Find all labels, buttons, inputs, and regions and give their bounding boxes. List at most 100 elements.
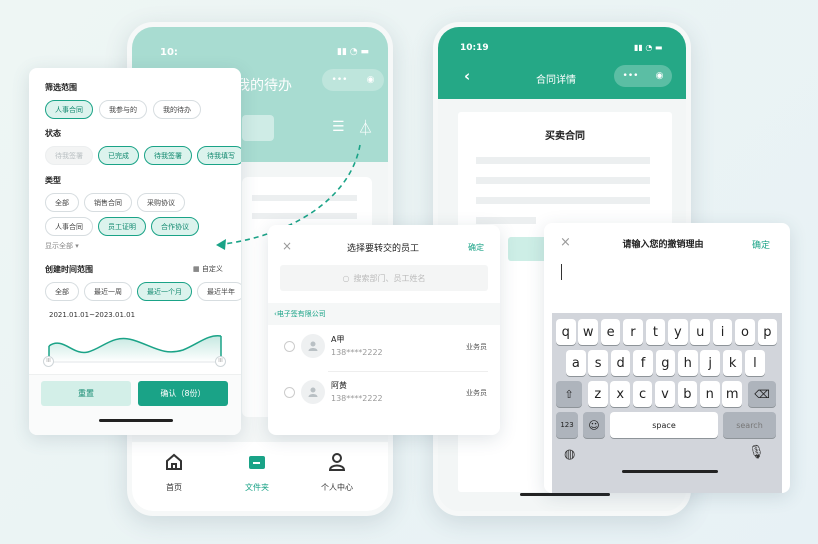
user-icon — [308, 341, 318, 351]
custom-time-label: 自定义 — [201, 265, 223, 273]
key-f[interactable]: f — [633, 350, 653, 376]
radio-button[interactable] — [284, 387, 295, 398]
range-chip-hr[interactable]: 人事合同 — [45, 100, 93, 119]
key-g[interactable]: g — [655, 350, 676, 376]
key-a[interactable]: a — [566, 350, 586, 376]
key-x[interactable]: x — [610, 381, 630, 407]
page-title: 合同详情 — [536, 75, 576, 86]
space-key[interactable]: space — [610, 412, 718, 438]
user-icon — [328, 453, 346, 471]
status-chip-done[interactable]: 已完成 — [98, 146, 139, 165]
key-d[interactable]: d — [610, 350, 631, 376]
status-icons: ▮▮ ◔ ▬ — [337, 47, 369, 57]
bottom-nav: 首页 文件夹 个人中心 — [132, 442, 388, 511]
chevron-down-icon: ▾ — [75, 242, 79, 250]
slider-handle-right[interactable]: III — [215, 356, 226, 367]
key-v[interactable]: v — [655, 381, 675, 407]
filter-icon[interactable]: ⏃ — [358, 117, 373, 138]
key-l[interactable]: l — [745, 350, 765, 376]
action-button[interactable] — [508, 237, 548, 261]
nav-folder-label: 文件夹 — [245, 483, 269, 492]
range-chip-involved[interactable]: 我参与的 — [99, 100, 147, 119]
type-chip-employee-proof[interactable]: 员工证明 — [98, 217, 146, 236]
key-w[interactable]: w — [578, 319, 598, 345]
nav-home-label: 首页 — [166, 483, 182, 492]
range-chip-todo[interactable]: 我的待办 — [153, 100, 201, 119]
text-cursor — [561, 264, 562, 280]
type-chip-all[interactable]: 全部 — [45, 193, 79, 212]
key-q[interactable]: q — [556, 319, 576, 345]
key-j[interactable]: j — [700, 350, 720, 376]
slider-handle-left[interactable]: III — [43, 356, 54, 367]
status-chip-to-sign[interactable]: 待我签署 — [144, 146, 192, 165]
key-t[interactable]: t — [645, 319, 666, 345]
company-breadcrumb[interactable]: ‹ 电子签有限公司 — [268, 303, 500, 325]
employee-phone: 138****2222 — [331, 394, 383, 403]
numbers-key[interactable]: 123 — [556, 412, 578, 438]
key-n[interactable]: n — [700, 381, 720, 407]
key-e[interactable]: e — [600, 319, 621, 345]
key-o[interactable]: o — [735, 319, 755, 345]
time-range-slider[interactable] — [43, 326, 229, 366]
microphone-icon[interactable]: 🎙 — [748, 445, 765, 460]
detail-header — [438, 27, 686, 99]
type-chip-sales[interactable]: 销售合同 — [84, 193, 132, 212]
employee-confirm-button[interactable]: 确定 — [468, 242, 484, 253]
doc-line — [476, 197, 650, 204]
folder-icon — [249, 456, 265, 469]
close-icon[interactable]: × — [560, 235, 571, 250]
custom-time-button[interactable]: ▦ 自定义 — [193, 264, 223, 274]
key-c[interactable]: c — [632, 381, 653, 407]
time-chip-all[interactable]: 全部 — [45, 282, 79, 301]
status-chip-pending[interactable]: 待我签署 — [45, 146, 93, 165]
capsule-menu[interactable]: ••• ◉ — [322, 69, 384, 91]
filter-status-title: 状态 — [45, 129, 61, 138]
confirm-button[interactable]: 确认（8份） — [138, 381, 228, 406]
key-h[interactable]: h — [678, 350, 698, 376]
time-chip-halfyear[interactable]: 最近半年 — [197, 282, 241, 301]
revoke-confirm-button[interactable]: 确定 — [752, 238, 770, 251]
key-i[interactable]: i — [712, 319, 733, 345]
doc-line — [476, 177, 650, 184]
capsule-menu[interactable]: ••• ◉ — [614, 65, 672, 87]
search-key[interactable]: search — [723, 412, 776, 438]
backspace-key[interactable]: ⌫ — [748, 381, 776, 407]
key-s[interactable]: s — [588, 350, 608, 376]
key-k[interactable]: k — [722, 350, 743, 376]
reset-button[interactable]: 重置 — [41, 381, 131, 406]
key-m[interactable]: m — [722, 381, 742, 407]
sort-icon[interactable]: ☰ — [332, 119, 345, 135]
emoji-key[interactable]: ☺ — [583, 412, 605, 438]
employee-row[interactable]: A甲 138****2222 业务员 — [268, 329, 500, 369]
employee-search-input[interactable]: ○ 搜索部门、员工姓名 — [280, 265, 488, 291]
key-y[interactable]: y — [668, 319, 688, 345]
reason-textarea[interactable] — [558, 261, 778, 309]
back-icon[interactable]: ‹ — [464, 67, 470, 85]
key-r[interactable]: r — [623, 319, 643, 345]
time-chip-group: 全部 最近一周 最近一个月 最近半年 — [45, 282, 241, 301]
search-icon: ○ — [342, 273, 350, 283]
key-p[interactable]: p — [757, 319, 778, 345]
time-chip-month[interactable]: 最近一个月 — [137, 282, 192, 301]
nav-folder[interactable]: 文件夹 — [237, 452, 277, 493]
radio-button[interactable] — [284, 341, 295, 352]
user-icon — [308, 387, 318, 397]
search-bar[interactable] — [242, 115, 274, 141]
nav-home[interactable]: 首页 — [154, 452, 194, 493]
type-chip-hr[interactable]: 人事合同 — [45, 217, 93, 236]
close-icon[interactable]: × — [282, 239, 292, 253]
nav-profile-label: 个人中心 — [321, 483, 353, 492]
type-chip-purchase[interactable]: 采购协议 — [137, 193, 185, 212]
show-all-link[interactable]: 显示全部 ▾ — [45, 241, 79, 251]
employee-row[interactable]: 阿黄 138****2222 业务员 — [268, 375, 500, 415]
shift-key[interactable]: ⇧ — [556, 381, 582, 407]
globe-icon[interactable]: ◍ — [564, 447, 575, 462]
type-chip-cooperation[interactable]: 合作协议 — [151, 217, 199, 236]
nav-profile[interactable]: 个人中心 — [312, 452, 362, 493]
key-b[interactable]: b — [677, 381, 698, 407]
key-z[interactable]: z — [588, 381, 608, 407]
time-chip-week[interactable]: 最近一周 — [84, 282, 132, 301]
avatar — [301, 334, 325, 358]
key-u[interactable]: u — [690, 319, 710, 345]
revoke-reason-panel: × 请输入您的撤销理由 确定 ⇧ ⌫ 123 ☺ space search ◍ … — [544, 223, 790, 493]
